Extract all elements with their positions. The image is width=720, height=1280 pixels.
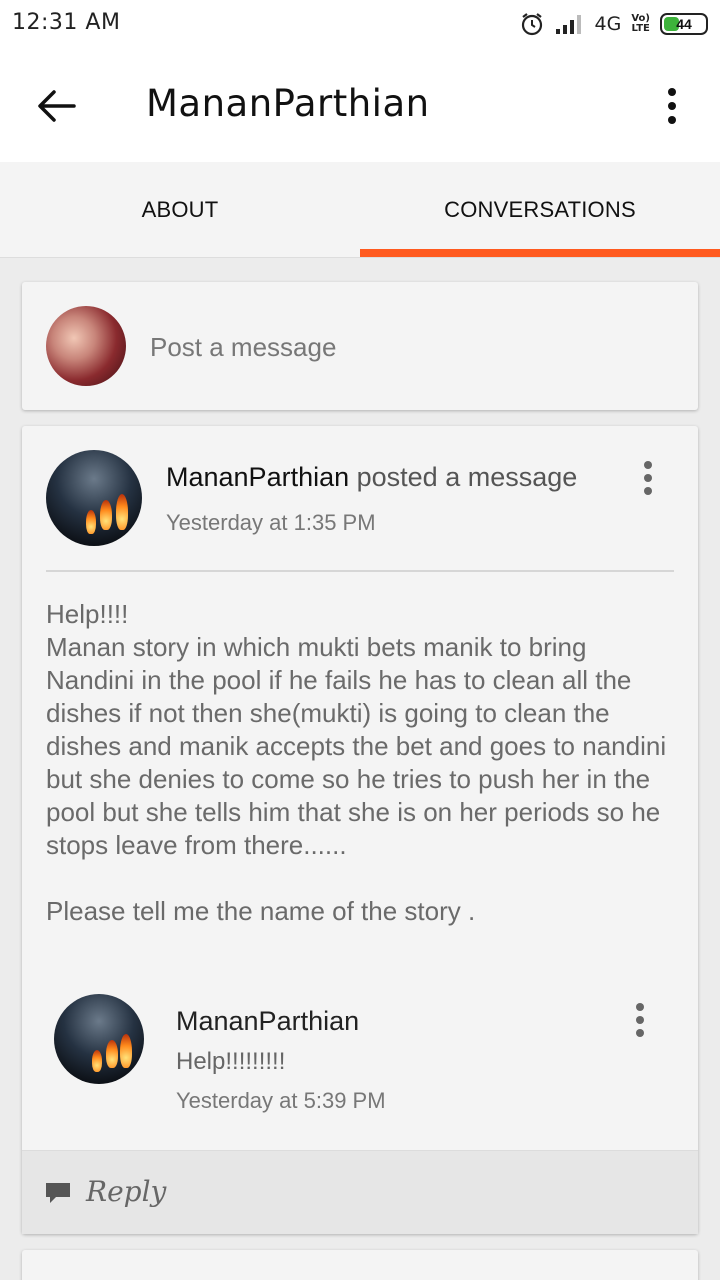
battery-level: 44 [676, 16, 692, 32]
post-card: MananParthian posted a message Yesterday… [22, 426, 698, 1234]
post-action: posted a message [349, 462, 578, 492]
tab-conversations[interactable]: CONVERSATIONS [360, 162, 720, 257]
reply-author[interactable]: MananParthian [176, 1006, 359, 1037]
reply-label: Reply [86, 1175, 167, 1208]
divider [46, 570, 674, 572]
battery-icon: 44 [660, 13, 708, 35]
avatar-flame [116, 494, 128, 530]
avatar-flame [106, 1040, 118, 1068]
avatar-flame [92, 1050, 102, 1072]
tab-about[interactable]: ABOUT [0, 162, 360, 257]
app-bar: MananParthian [0, 48, 720, 162]
tab-conversations-label: CONVERSATIONS [444, 196, 636, 222]
signal-icon [555, 15, 581, 34]
reply-text: Help!!!!!!!!! [176, 1048, 286, 1075]
reply-item: MananParthian Help!!!!!!!!! Yesterday at… [22, 994, 698, 1134]
alarm-icon [521, 13, 542, 36]
back-arrow-icon[interactable] [34, 86, 78, 126]
next-post-card [22, 1250, 698, 1280]
page-title: MananParthian [146, 82, 430, 125]
post-header: MananParthian posted a message [166, 462, 577, 493]
chat-bubble-icon [46, 1183, 70, 1203]
tab-bar: ABOUT CONVERSATIONS [0, 162, 720, 258]
reply-button[interactable]: Reply [22, 1150, 698, 1234]
post-timestamp: Yesterday at 1:35 PM [166, 510, 376, 535]
avatar-flame [86, 510, 96, 534]
avatar [46, 306, 126, 386]
network-type: 4G [594, 13, 622, 35]
post-more-vertical-icon[interactable] [638, 460, 658, 496]
more-vertical-icon[interactable] [660, 86, 684, 126]
avatar[interactable] [54, 994, 144, 1084]
post-message-input[interactable]: Post a message [150, 332, 336, 363]
compose-card[interactable]: Post a message [22, 282, 698, 410]
tab-about-label: ABOUT [141, 196, 219, 222]
reply-timestamp: Yesterday at 5:39 PM [176, 1088, 386, 1113]
status-icons: 4G Vo) LTE 44 [519, 8, 708, 40]
reply-more-vertical-icon[interactable] [630, 1002, 650, 1038]
avatar-flame [120, 1034, 132, 1068]
status-time: 12:31 AM [12, 10, 121, 35]
post-author[interactable]: MananParthian [166, 462, 349, 492]
avatar-flame [100, 500, 112, 530]
post-body: Help!!!! Manan story in which mukti bets… [46, 599, 667, 926]
status-bar: 12:31 AM 4G Vo) LTE 44 [0, 0, 720, 48]
volte-label: Vo) LTE [631, 13, 650, 34]
avatar[interactable] [46, 450, 142, 546]
active-tab-indicator [360, 249, 720, 257]
